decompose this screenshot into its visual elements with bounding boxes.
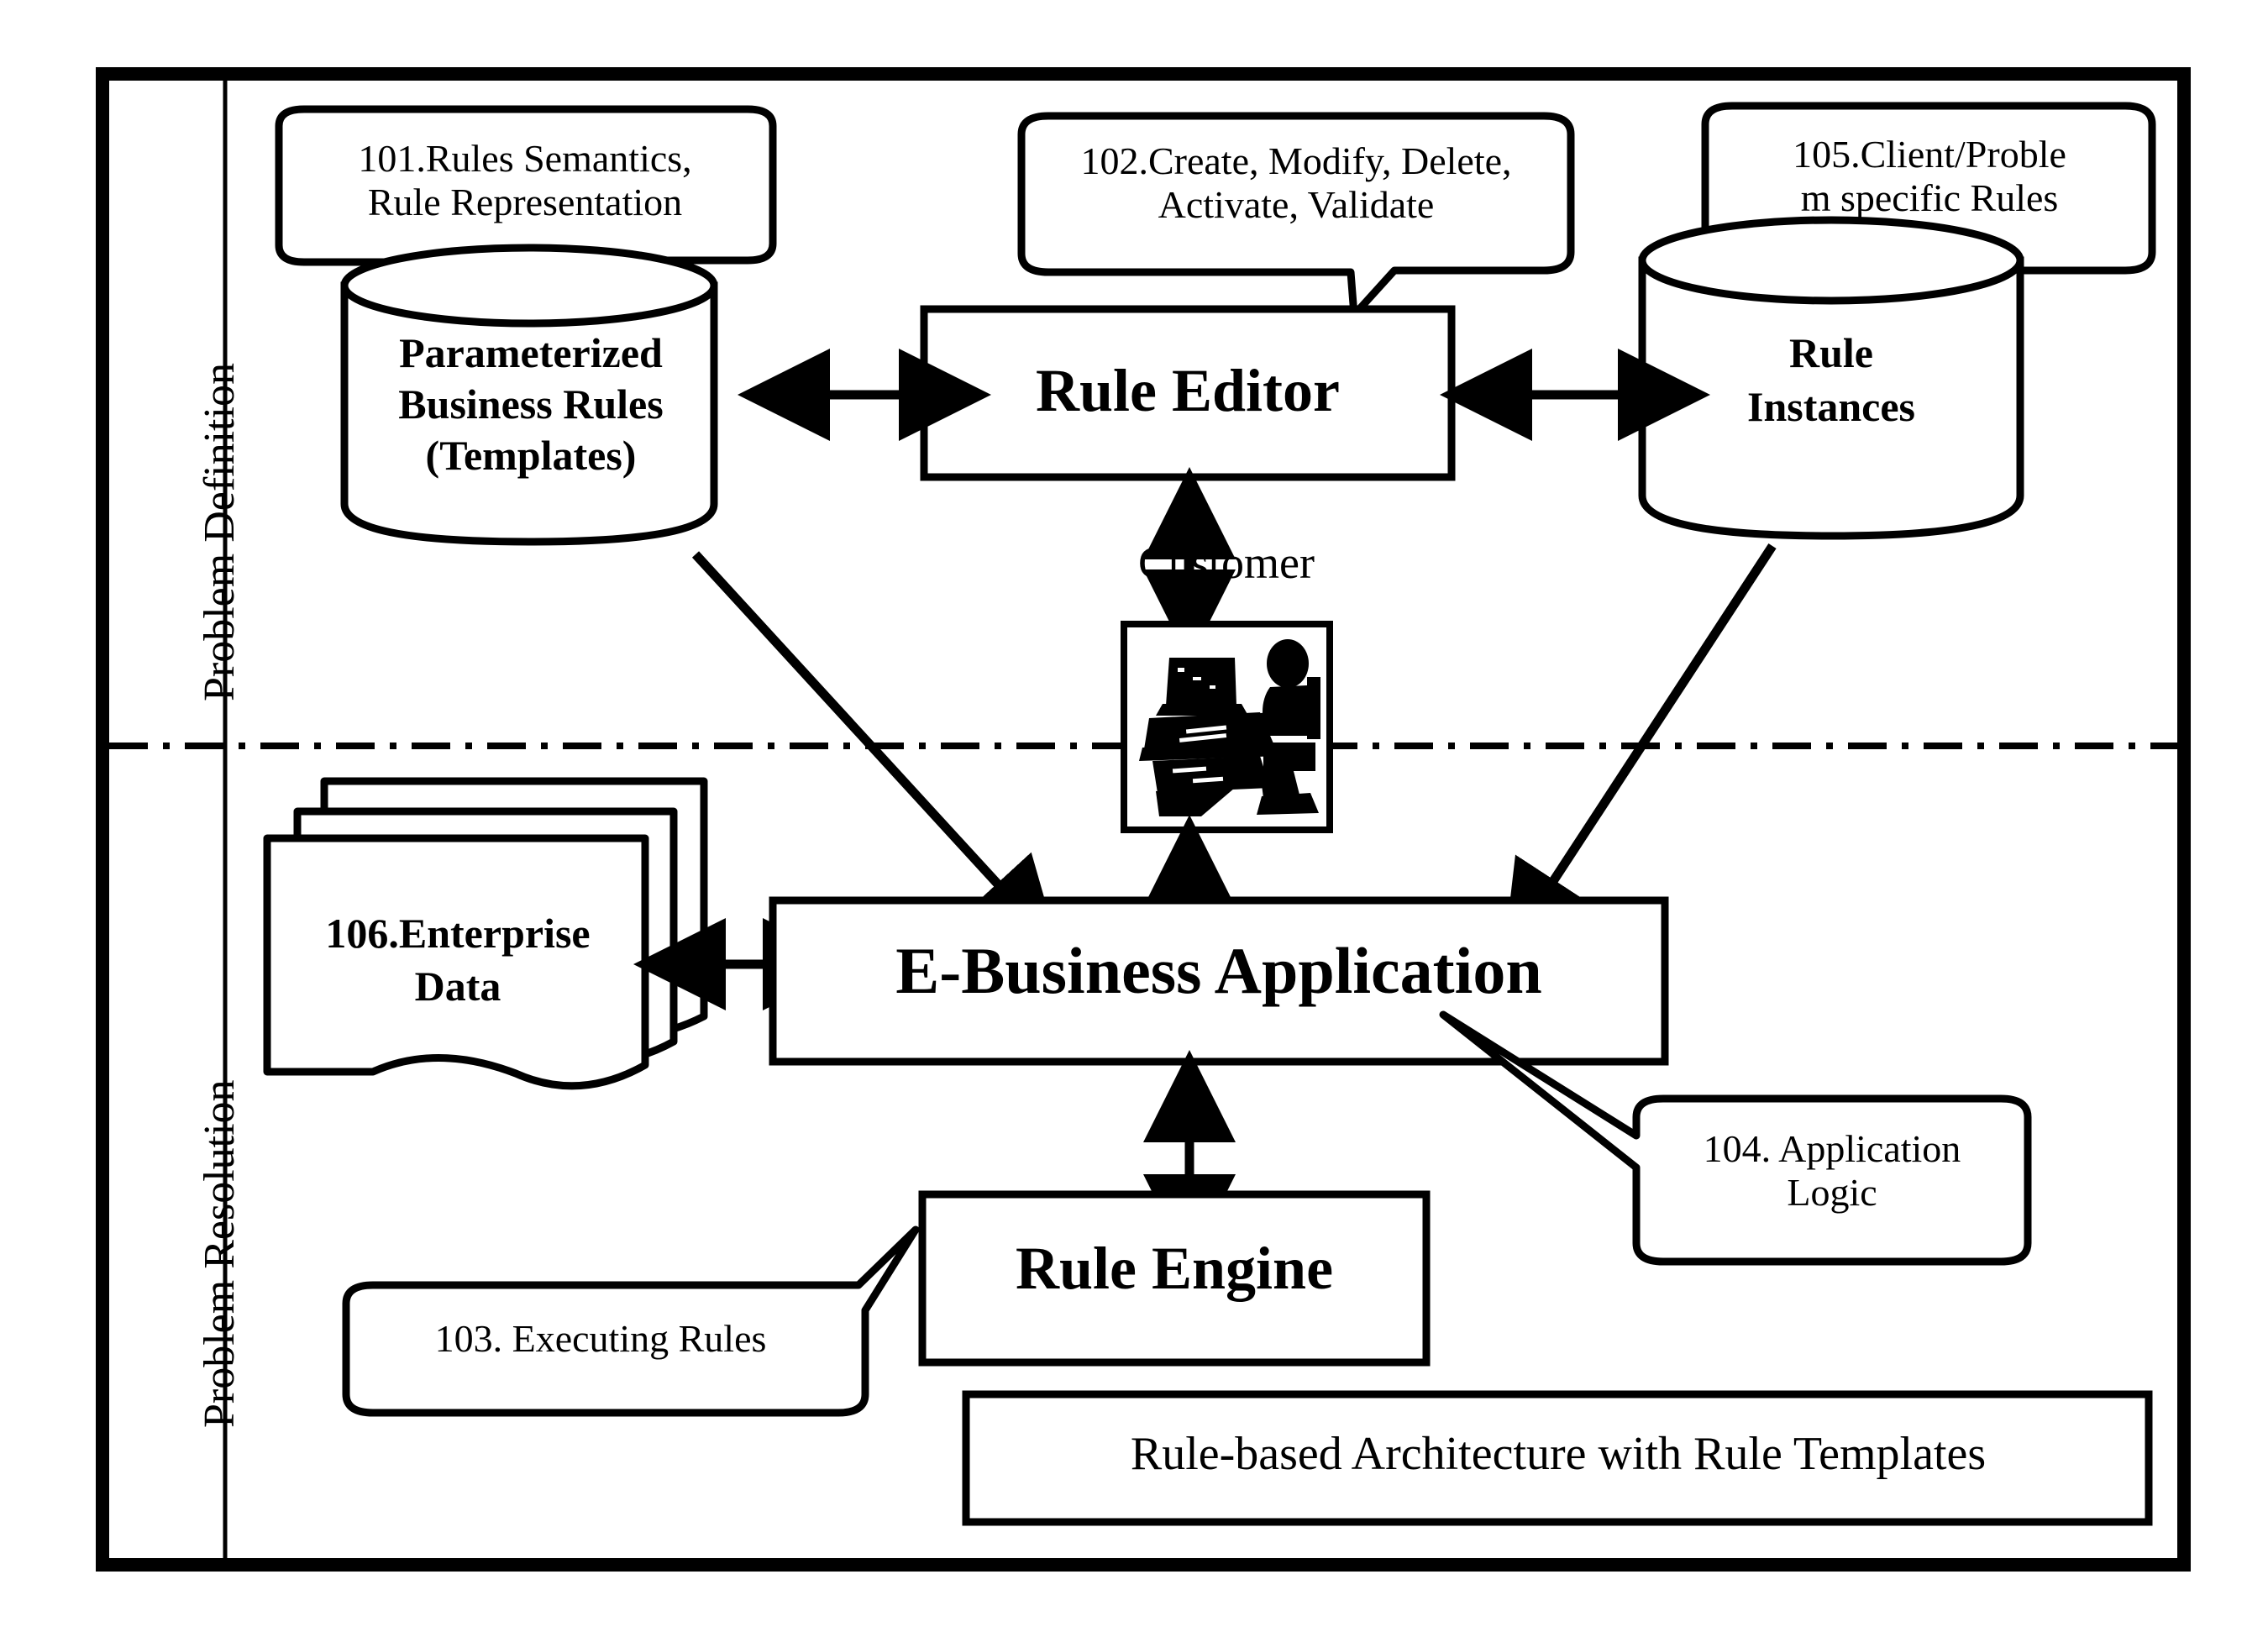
- node-enterprise-data[interactable]: [263, 777, 708, 1090]
- arrow-pbr-ebusiness: [691, 551, 1060, 952]
- node-rule-instances[interactable]: [1638, 216, 2024, 540]
- node-rule-engine[interactable]: [918, 1190, 1431, 1367]
- node-parameterized-business-rules[interactable]: [340, 244, 718, 546]
- callout-103: [342, 1225, 920, 1417]
- node-e-business-application[interactable]: [769, 896, 1669, 1066]
- node-rule-editor[interactable]: [920, 305, 1456, 481]
- callout-102: [1017, 112, 1575, 319]
- diagram-vector-layer: [96, 67, 2191, 1572]
- swimlane-label-problem-definition: Problem Definition: [196, 363, 244, 701]
- caption-box: [962, 1390, 2153, 1526]
- node-customer[interactable]: [1121, 621, 1333, 833]
- arrow-ruleinstances-ebusiness: [1503, 543, 1777, 958]
- diagram-canvas: Problem Definition Problem Resolution 10…: [0, 0, 2268, 1632]
- swimlane-label-problem-resolution: Problem Resolution: [196, 1079, 244, 1428]
